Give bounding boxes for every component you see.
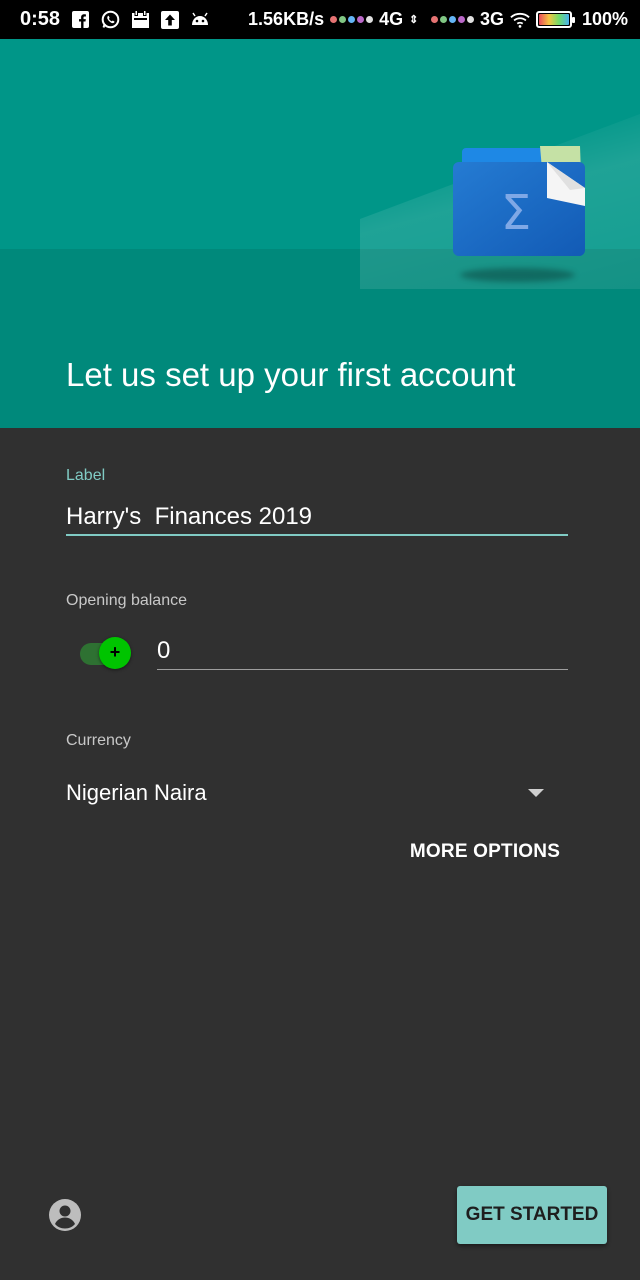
- svg-text:Σ: Σ: [501, 185, 531, 241]
- account-setup-form: Label Opening balance + Currency Nigeria…: [0, 428, 640, 1280]
- page-title: Let us set up your first account: [66, 356, 516, 393]
- currency-label: Currency: [66, 732, 131, 749]
- opening-balance-input[interactable]: [157, 634, 568, 668]
- dropdown-arrow-icon: [528, 789, 544, 797]
- account-circle-icon[interactable]: [48, 1198, 82, 1232]
- battery-icon: [535, 11, 575, 28]
- wallet-sigma-icon: Σ: [450, 146, 590, 296]
- clock: 0:58: [20, 8, 61, 30]
- network-speed: 1.56KB/s: [248, 9, 325, 29]
- whatsapp-icon: [100, 10, 120, 30]
- android-icon: [190, 10, 210, 30]
- balance-input-underline: [157, 669, 568, 670]
- balance-sign-toggle[interactable]: +: [78, 632, 132, 669]
- get-started-button[interactable]: GET STARTED: [457, 1186, 607, 1244]
- opening-balance-label: Opening balance: [66, 592, 187, 609]
- label-input-underline: [66, 534, 568, 536]
- signal-dots-icon-2: [430, 16, 474, 23]
- account-label-input[interactable]: [66, 500, 568, 534]
- upload-icon: [160, 10, 180, 30]
- facebook-icon: [70, 10, 90, 30]
- plus-icon: +: [99, 637, 131, 669]
- signal-dots-icon: [330, 16, 374, 23]
- sim2-network-type: 3G: [479, 9, 504, 29]
- wifi-icon: [510, 10, 530, 30]
- label-field-label: Label: [66, 467, 106, 484]
- more-options-button[interactable]: MORE OPTIONS: [405, 834, 565, 870]
- battery-percent: 100%: [581, 9, 628, 29]
- welcome-header: Σ Let us set up your first account: [0, 39, 640, 428]
- data-arrows-icon: ⇕: [409, 14, 419, 26]
- sim1-network-type: 4G: [379, 9, 404, 29]
- calendar-icon: [130, 10, 150, 30]
- currency-value: Nigerian Naira: [66, 780, 207, 805]
- currency-dropdown[interactable]: Nigerian Naira: [66, 773, 556, 813]
- status-bar: 0:58 1.56KB/s 4G ⇕ 3G 100%: [0, 0, 640, 39]
